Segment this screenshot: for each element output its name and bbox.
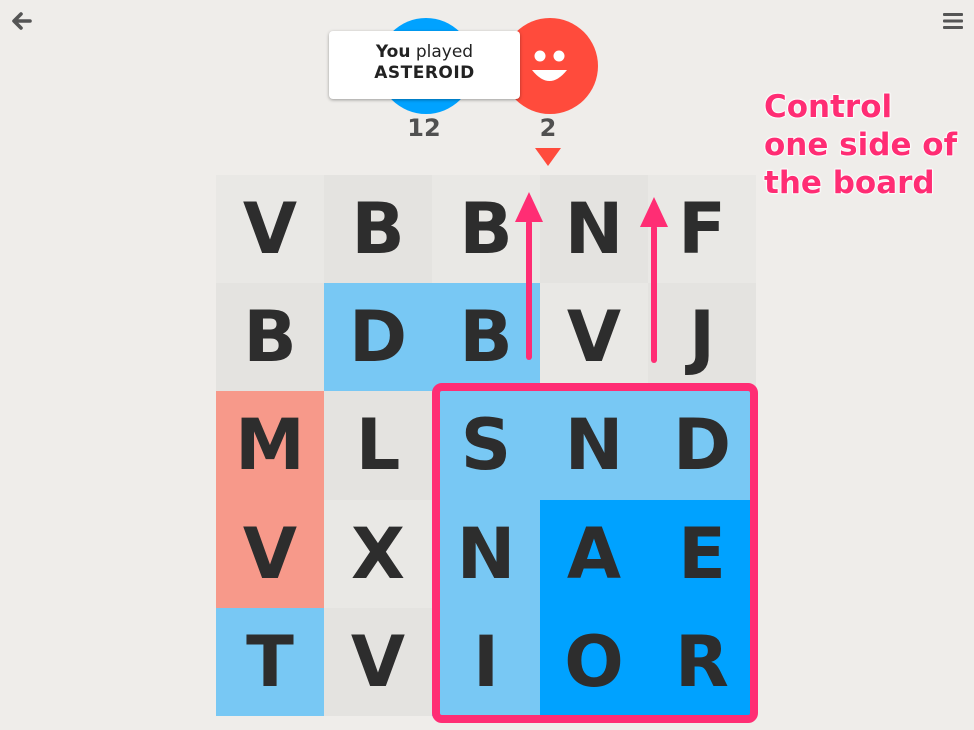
tutorial-annotation: Control one side of the board — [763, 88, 958, 202]
arrow-left-icon — [12, 12, 32, 30]
board-tile[interactable]: B — [324, 175, 432, 284]
player-red-score: 2 — [539, 114, 557, 142]
board-tile[interactable]: T — [216, 607, 324, 716]
board-tile[interactable]: V — [540, 283, 648, 392]
back-button[interactable] — [8, 6, 38, 36]
menu-button[interactable] — [940, 8, 966, 34]
last-play-prefix: You — [375, 42, 411, 62]
board-tile[interactable]: X — [324, 499, 432, 608]
board-tile[interactable]: F — [648, 175, 756, 284]
hamburger-menu-icon — [943, 13, 963, 29]
turn-indicator-icon — [535, 148, 561, 166]
board-tile[interactable]: V — [216, 499, 324, 608]
board-tile[interactable]: J — [648, 283, 756, 392]
last-play-word: ASTEROID — [374, 63, 475, 83]
board-tile[interactable]: E — [648, 499, 756, 608]
player-blue-score: 12 — [407, 114, 441, 142]
board-tile[interactable]: D — [648, 391, 756, 500]
board-tile[interactable]: I — [432, 607, 540, 716]
board-tile[interactable]: V — [216, 175, 324, 284]
board-tile[interactable]: B — [432, 175, 540, 284]
board-tile[interactable]: B — [216, 283, 324, 392]
board-tile[interactable]: A — [540, 499, 648, 608]
board-tile[interactable]: D — [324, 283, 432, 392]
last-play-line: You played — [329, 42, 520, 62]
board-tile[interactable]: N — [540, 391, 648, 500]
board-tile[interactable]: V — [324, 607, 432, 716]
board-tile[interactable]: R — [648, 607, 756, 716]
game-board: VBBNFBDBVJMLSNDVXNAETVIOR — [216, 175, 756, 716]
last-play-verb: played — [415, 42, 474, 62]
board-tile[interactable]: M — [216, 391, 324, 500]
board-tile[interactable]: N — [540, 175, 648, 284]
board-tile[interactable]: O — [540, 607, 648, 716]
board-tile[interactable]: S — [432, 391, 540, 500]
board-tile[interactable]: N — [432, 499, 540, 608]
board-tile[interactable]: B — [432, 283, 540, 392]
last-play-bubble: You played ASTEROID — [329, 31, 520, 99]
board-tile[interactable]: L — [324, 391, 432, 500]
